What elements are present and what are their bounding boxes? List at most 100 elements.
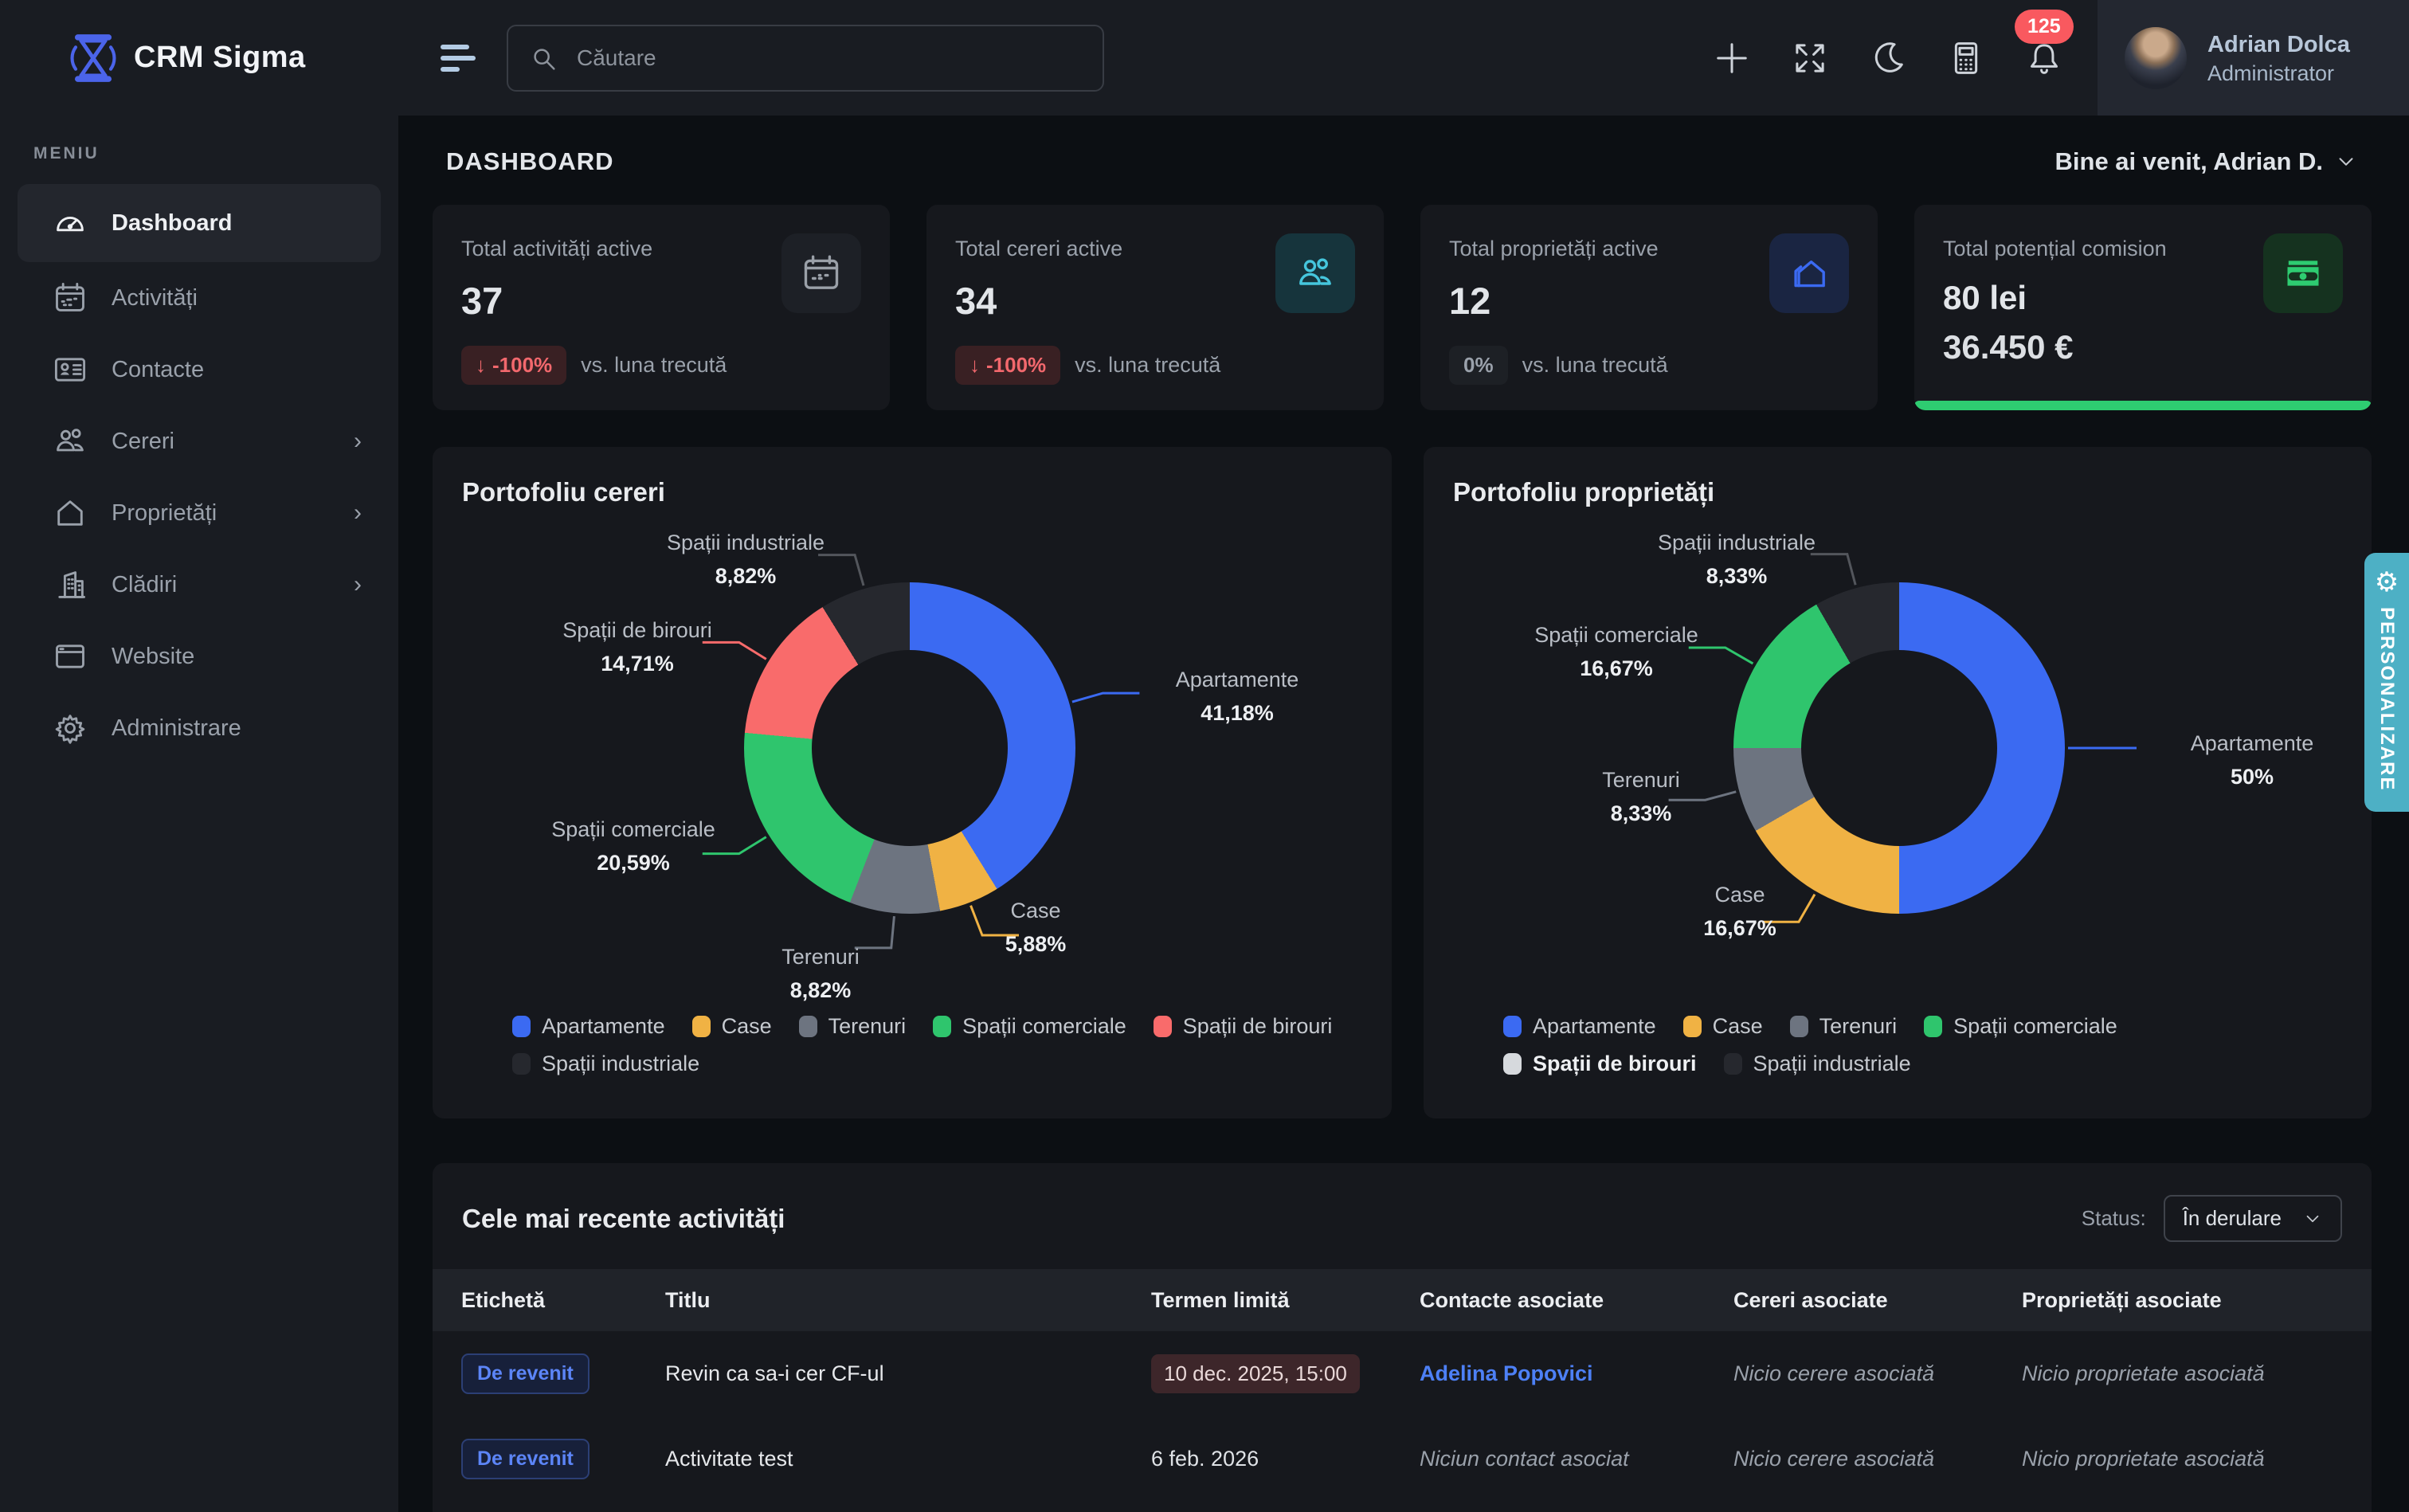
legend-swatch — [933, 1016, 951, 1037]
contact-card-icon — [53, 352, 88, 387]
legend-item[interactable]: Spații industriale — [1724, 1052, 1911, 1076]
request-empty: Nicio cerere asociată — [1733, 1447, 1934, 1471]
search-box — [507, 25, 1104, 92]
legend-item[interactable]: Case — [692, 1014, 772, 1039]
status-select[interactable]: În derulare — [2164, 1195, 2342, 1242]
legend-item[interactable]: Spații comerciale — [933, 1014, 1126, 1039]
status-badge: De revenit — [461, 1353, 590, 1394]
chevron-down-icon — [2302, 1208, 2323, 1229]
stat-card-cereri: Total cereri active 34 ↓-100% vs. luna t… — [926, 205, 1384, 410]
chart-title: Portofoliu cereri — [462, 477, 665, 507]
arrow-down-icon: ↓ — [969, 353, 980, 378]
stat-value-eur: 36.450 € — [1943, 328, 2343, 366]
table-row[interactable]: De revenitRevin ca sa-i cer CF-ul10 dec.… — [433, 1331, 2372, 1416]
slice-label-case: Case5,88% — [940, 895, 1131, 962]
legend-swatch — [1503, 1016, 1522, 1037]
donut-chart-cereri[interactable] — [744, 582, 1075, 914]
legend-item[interactable]: Spații de birouri — [1503, 1052, 1697, 1076]
slice-label-comerciale: Spații comerciale16,67% — [1521, 619, 1712, 686]
slice-label-comerciale: Spații comerciale20,59% — [538, 813, 729, 880]
page-title: DASHBOARD — [446, 147, 614, 176]
legend-swatch — [512, 1053, 531, 1075]
personalize-tab[interactable]: ⚙ PERSONALIZARE — [2364, 553, 2409, 812]
stat-card-activitati: Total activități active 37 ↓-100% vs. lu… — [433, 205, 890, 410]
sidebar-item-cladiri[interactable]: Clădiri › — [18, 549, 381, 621]
sidebar-item-activitati[interactable]: Activități — [18, 262, 381, 334]
status-label: Status: — [2082, 1206, 2146, 1231]
table-body: De revenitRevin ca sa-i cer CF-ul10 dec.… — [433, 1331, 2372, 1502]
sidebar-item-website[interactable]: Website — [18, 621, 381, 692]
stat-card-proprietati: Total proprietăți active 12 0% vs. luna … — [1420, 205, 1878, 410]
legend-label: Spații industriale — [1753, 1052, 1911, 1076]
search-input[interactable] — [508, 26, 1103, 90]
legend-item[interactable]: Terenuri — [1790, 1014, 1898, 1039]
legend-label: Terenuri — [1819, 1014, 1898, 1039]
legend-swatch — [1790, 1016, 1808, 1037]
app-logo[interactable]: CRM Sigma — [0, 0, 398, 116]
trend-badge: -100% — [492, 353, 552, 378]
add-button[interactable] — [1714, 40, 1750, 76]
app-name: CRM Sigma — [134, 41, 306, 75]
banknote-icon — [2263, 233, 2343, 313]
activities-title: Cele mai recente activități — [462, 1204, 785, 1234]
slice-connector-line — [1072, 693, 1139, 702]
legend-label: Spații de birouri — [1533, 1052, 1697, 1076]
user-profile-button[interactable]: Adrian Dolca Administrator — [2098, 0, 2409, 116]
sidebar-item-contacte[interactable]: Contacte — [18, 334, 381, 405]
arrow-down-icon: ↓ — [476, 353, 486, 378]
legend-label: Apartamente — [542, 1014, 665, 1039]
dark-mode-button[interactable] — [1870, 40, 1906, 76]
slice-label-industriale: Spații industriale8,33% — [1641, 527, 1832, 593]
table-header: Etichetă Titlu Termen limită Contacte as… — [433, 1269, 2372, 1331]
legend-item[interactable]: Case — [1683, 1014, 1763, 1039]
personalize-label: PERSONALIZARE — [2376, 607, 2398, 791]
legend-item[interactable]: Terenuri — [799, 1014, 907, 1039]
sidebar-item-cereri[interactable]: Cereri › — [18, 405, 381, 477]
topbar-actions: 125 — [1714, 40, 2098, 76]
sidebar: CRM Sigma MENIU Dashboard Activități Con… — [0, 0, 398, 1512]
col-proprietati: Proprietăți asociate — [2022, 1288, 2372, 1313]
user-name: Adrian Dolca — [2207, 29, 2350, 61]
sidebar-item-administrare[interactable]: Administrare — [18, 692, 381, 764]
legend-swatch — [1154, 1016, 1172, 1037]
browser-icon — [53, 639, 88, 674]
trend-compare: vs. luna trecută — [1075, 353, 1220, 378]
users-icon — [53, 424, 88, 459]
legend-item[interactable]: Spații comerciale — [1924, 1014, 2117, 1039]
sidebar-item-label: Proprietăți — [112, 500, 217, 527]
portfolio-cereri-panel: Portofoliu cereri Apartamente41,18% Case… — [433, 447, 1392, 1118]
table-row[interactable]: De revenitActivitate test6 feb. 2026Nici… — [433, 1416, 2372, 1502]
legend-swatch — [1724, 1053, 1742, 1075]
home-icon — [1769, 233, 1849, 313]
status-value: În derulare — [2183, 1206, 2282, 1231]
main-content: DASHBOARD Bine ai venit, Adrian D. Total… — [398, 116, 2409, 1512]
col-cereri: Cereri asociate — [1733, 1288, 2022, 1313]
sidebar-item-proprietati[interactable]: Proprietăți › — [18, 477, 381, 549]
menu-toggle-button[interactable] — [441, 45, 477, 72]
slice-label-industriale: Spații industriale8,82% — [650, 527, 841, 593]
fullscreen-button[interactable] — [1792, 40, 1828, 76]
calculator-button[interactable] — [1948, 40, 1984, 76]
donut-chart-proprietati[interactable] — [1733, 582, 2065, 914]
legend-label: Spații de birouri — [1183, 1014, 1333, 1039]
chevron-right-icon: › — [354, 499, 362, 527]
legend-swatch — [799, 1016, 817, 1037]
chart-legend: Apartamente Case Terenuri Spații comerciale… — [512, 1014, 1344, 1076]
legend-swatch — [692, 1016, 711, 1037]
legend-item[interactable]: Spații industriale — [512, 1052, 699, 1076]
chart-title: Portofoliu proprietăți — [1453, 477, 1714, 507]
chevron-down-icon — [2334, 150, 2358, 174]
sidebar-item-dashboard[interactable]: Dashboard — [18, 184, 381, 262]
trend-compare: vs. luna trecută — [581, 353, 727, 378]
welcome-dropdown[interactable]: Bine ai venit, Adrian D. — [2055, 147, 2358, 176]
sidebar-item-label: Cereri — [112, 429, 174, 455]
stat-trend: ↓-100% vs. luna trecută — [955, 346, 1220, 385]
legend-item[interactable]: Apartamente — [512, 1014, 665, 1039]
notifications-button[interactable]: 125 — [2026, 40, 2062, 76]
sidebar-item-label: Administrare — [112, 715, 241, 742]
legend-item[interactable]: Apartamente — [1503, 1014, 1656, 1039]
legend-item[interactable]: Spații de birouri — [1154, 1014, 1333, 1039]
commission-accent-bar — [1914, 401, 2372, 410]
contact-link[interactable]: Adelina Popovici — [1420, 1361, 1593, 1385]
deadline: 6 feb. 2026 — [1151, 1447, 1259, 1471]
